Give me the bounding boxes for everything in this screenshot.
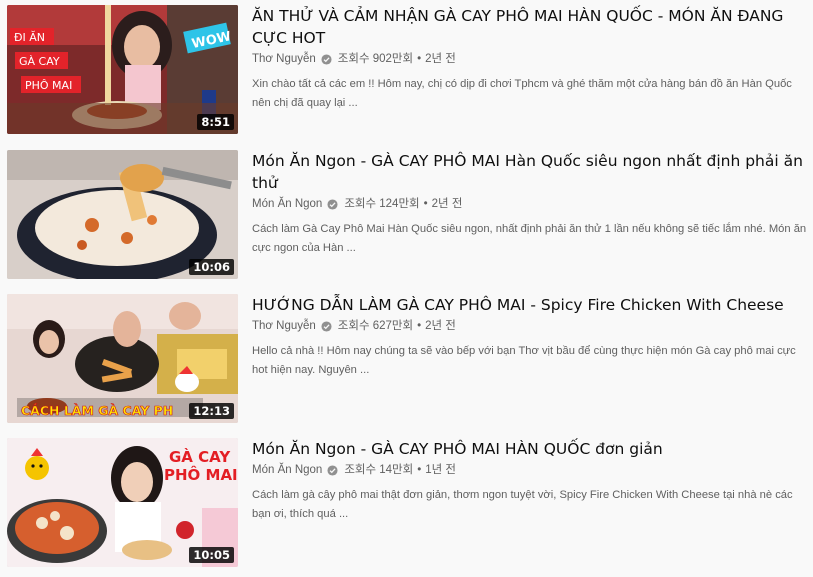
video-title[interactable]: Món Ăn Ngon - GÀ CAY PHÔ MAI Hàn Quốc si… — [252, 150, 807, 194]
video-result[interactable]: CÁCH LÀM GÀ CAY PH 12:13 HƯỚNG DẪN LÀM G… — [0, 294, 813, 429]
channel-name[interactable]: Món Ăn Ngon — [252, 462, 322, 478]
video-duration: 10:06 — [189, 259, 234, 275]
video-thumbnail[interactable]: WOW ĐI ĂN GÀ CAY PHÔ MAI 8:51 — [7, 5, 238, 134]
video-duration: 12:13 — [189, 403, 234, 419]
video-result[interactable]: WOW ĐI ĂN GÀ CAY PHÔ MAI 8:51 ĂN THỬ VÀ … — [0, 5, 813, 140]
video-title[interactable]: Món Ăn Ngon - GÀ CAY PHÔ MAI HÀN QUỐC đơ… — [252, 438, 807, 460]
thumb-label-2: GÀ CAY — [19, 55, 60, 68]
video-description: Cách làm gà cây phô mai thật đơn giản, t… — [252, 489, 793, 520]
view-count: 조회수 14만회 — [344, 464, 414, 476]
meta-separator: • — [417, 464, 422, 476]
video-info: Món Ăn Ngon - GÀ CAY PHÔ MAI Hàn Quốc si… — [252, 150, 807, 258]
video-metadata: Món Ăn Ngon 조회수 14만회 • 1년 전 — [252, 462, 807, 478]
upload-age: 2년 전 — [431, 198, 463, 210]
thumb-title-line-2: PHÔ MAI — [164, 465, 238, 484]
video-info: Món Ăn Ngon - GÀ CAY PHÔ MAI HÀN QUỐC đơ… — [252, 438, 807, 524]
channel-name[interactable]: Món Ăn Ngon — [252, 196, 322, 212]
video-title[interactable]: HƯỚNG DẪN LÀM GÀ CAY PHÔ MAI - Spicy Fir… — [252, 294, 807, 316]
search-results-list: WOW ĐI ĂN GÀ CAY PHÔ MAI 8:51 ĂN THỬ VÀ … — [0, 0, 813, 577]
video-metadata: Thơ Nguyễn 조회수 627만회 • 2년 전 — [252, 318, 807, 334]
check-circle-icon — [321, 53, 332, 65]
video-metadata: Thơ Nguyễn 조회수 902만회 • 2년 전 — [252, 51, 807, 67]
check-circle-icon — [321, 320, 332, 332]
video-thumbnail[interactable]: 10:06 — [7, 150, 238, 279]
view-count: 조회수 627만회 — [337, 320, 414, 332]
meta-separator: • — [423, 198, 428, 210]
channel-name[interactable]: Thơ Nguyễn — [252, 51, 316, 67]
video-metadata: Món Ăn Ngon 조회수 124만회 • 2년 전 — [252, 196, 807, 212]
meta-separator: • — [417, 53, 422, 65]
video-info: HƯỚNG DẪN LÀM GÀ CAY PHÔ MAI - Spicy Fir… — [252, 294, 807, 380]
thumb-caption: CÁCH LÀM GÀ CAY PH — [21, 403, 173, 418]
video-title[interactable]: ĂN THỬ VÀ CẢM NHẬN GÀ CAY PHÔ MAI HÀN QU… — [252, 5, 807, 49]
upload-age: 1년 전 — [425, 464, 457, 476]
meta-separator: • — [417, 320, 422, 332]
check-circle-icon — [327, 464, 338, 476]
thumb-title-line-1: GÀ CAY — [169, 447, 231, 466]
video-description: Cách làm Gà Cay Phô Mai Hàn Quốc siêu ng… — [252, 223, 807, 254]
thumb-label-3: PHÔ MAI — [25, 79, 72, 92]
video-thumbnail[interactable]: GÀ CAY PHÔ MAI 10:05 — [7, 438, 238, 567]
video-result[interactable]: GÀ CAY PHÔ MAI 10:05 Món Ăn Ngon - GÀ CA… — [0, 438, 813, 573]
thumb-label-1: ĐI ĂN — [14, 31, 45, 44]
video-info: ĂN THỬ VÀ CẢM NHẬN GÀ CAY PHÔ MAI HÀN QU… — [252, 5, 807, 113]
video-description: Xin chào tất cả các em !! Hôm nay, chị c… — [252, 78, 792, 109]
view-count: 조회수 124만회 — [344, 198, 420, 210]
video-duration: 8:51 — [197, 114, 234, 130]
check-circle-icon — [327, 198, 338, 210]
video-duration: 10:05 — [189, 547, 234, 563]
upload-age: 2년 전 — [425, 320, 456, 332]
video-description: Hello cả nhà !! Hôm nay chúng ta sẽ vào … — [252, 345, 796, 376]
video-thumbnail[interactable]: CÁCH LÀM GÀ CAY PH 12:13 — [7, 294, 238, 423]
channel-name[interactable]: Thơ Nguyễn — [252, 318, 316, 334]
upload-age: 2년 전 — [425, 53, 456, 65]
video-result[interactable]: 10:06 Món Ăn Ngon - GÀ CAY PHÔ MAI Hàn Q… — [0, 150, 813, 285]
view-count: 조회수 902만회 — [337, 53, 414, 65]
